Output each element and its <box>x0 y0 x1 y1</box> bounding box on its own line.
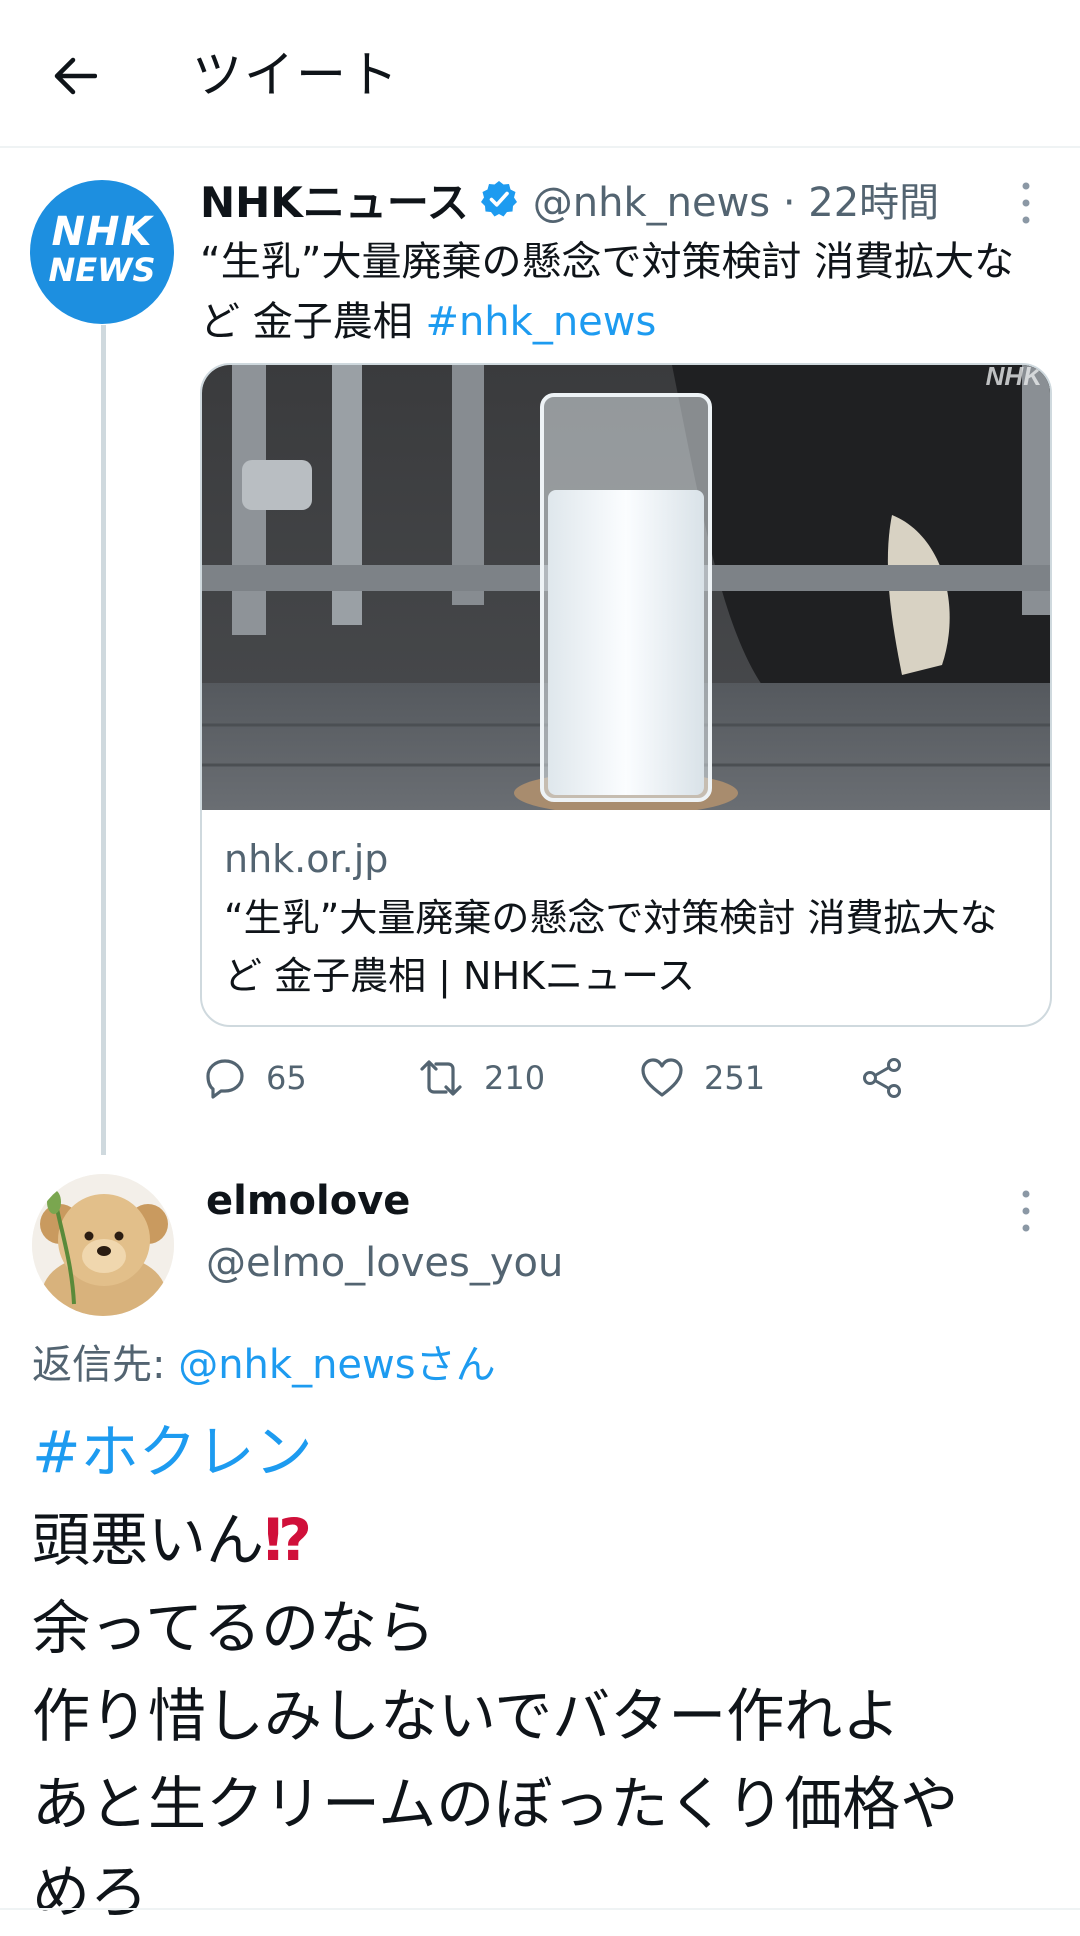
retweet-count: 210 <box>484 1059 546 1097</box>
reply-line-2: 余ってるのなら <box>32 1594 436 1662</box>
retweet-button[interactable]: 210 <box>418 1050 545 1106</box>
like-button[interactable]: 251 <box>640 1050 765 1106</box>
card-image-milk-glass: NHK <box>202 365 1050 810</box>
tweet-actions: 65 210 251 <box>200 1050 1060 1106</box>
like-icon <box>641 1058 683 1097</box>
replying-to: 返信先: @nhk_newsさん <box>32 1332 496 1390</box>
reply-line-3: 作り惜しみしないでバター作れよ <box>32 1682 901 1750</box>
reply-line-1: 頭悪いん <box>32 1506 265 1574</box>
image-watermark: NHK <box>986 365 1045 391</box>
elmolove-avatar[interactable] <box>32 1174 174 1316</box>
parent-tweet-header: NHKニュース @nhk_news · 22時間 <box>200 168 939 230</box>
reply-tweet-text: #ホクレン 頭悪いん⁉ 余ってるのなら 作り惜しみしないでバター作れよ あと生ク… <box>32 1408 1052 1936</box>
top-bar: ツイート <box>0 0 1080 148</box>
back-button[interactable] <box>44 46 104 106</box>
page-title: ツイート <box>192 46 400 104</box>
reply-icon <box>206 1059 244 1099</box>
more-icon[interactable] <box>1014 1186 1038 1236</box>
avatar-logo-text-top: NHK <box>51 209 153 255</box>
retweet-icon <box>420 1060 462 1096</box>
reply-line-4: あと生クリームのぼったくり価格や <box>32 1770 959 1838</box>
thread-connector-line <box>101 325 106 1155</box>
avatar-logo-text-bottom: NEWS <box>48 251 156 289</box>
share-icon <box>863 1058 901 1098</box>
reply-button[interactable]: 65 <box>204 1050 307 1106</box>
parent-tweet-text: “生乳”大量廃棄の懸念で対策検討 消費拡大など 金子農相 #nhk_news <box>200 232 1030 352</box>
like-count: 251 <box>704 1059 766 1097</box>
parent-display-name[interactable]: NHKニュース <box>200 169 469 230</box>
replying-to-mention[interactable]: @nhk_newsさん <box>178 1342 495 1388</box>
nhk-avatar[interactable]: NHK NEWS <box>30 180 174 324</box>
replying-to-label: 返信先: <box>32 1342 166 1388</box>
reply-line-5: めろ <box>32 1858 149 1926</box>
more-icon[interactable] <box>1014 178 1038 228</box>
teddy-bear-avatar-image <box>32 1174 174 1316</box>
exclamation-question-emoji: ⁉ <box>264 1506 313 1574</box>
share-button[interactable] <box>860 1050 924 1106</box>
reply-handle[interactable]: @elmo_loves_you <box>206 1240 563 1286</box>
parent-handle-time[interactable]: @nhk_news · 22時間 <box>533 170 939 228</box>
back-arrow-icon <box>54 57 97 95</box>
reply-display-name[interactable]: elmolove <box>206 1178 410 1224</box>
hashtag-link[interactable]: #ホクレン <box>32 1418 313 1486</box>
link-card[interactable]: NHK nhk.or.jp “生乳”大量廃棄の懸念で対策検討 消費拡大など 金子… <box>200 363 1052 1027</box>
hashtag-link[interactable]: #nhk_news <box>425 299 656 345</box>
card-domain: nhk.or.jp <box>224 837 389 881</box>
reply-count: 65 <box>266 1059 307 1097</box>
verified-icon <box>480 181 517 217</box>
divider <box>0 1908 1080 1910</box>
card-title: “生乳”大量廃棄の懸念で対策検討 消費拡大など 金子農相 | NHKニュース <box>224 896 998 998</box>
